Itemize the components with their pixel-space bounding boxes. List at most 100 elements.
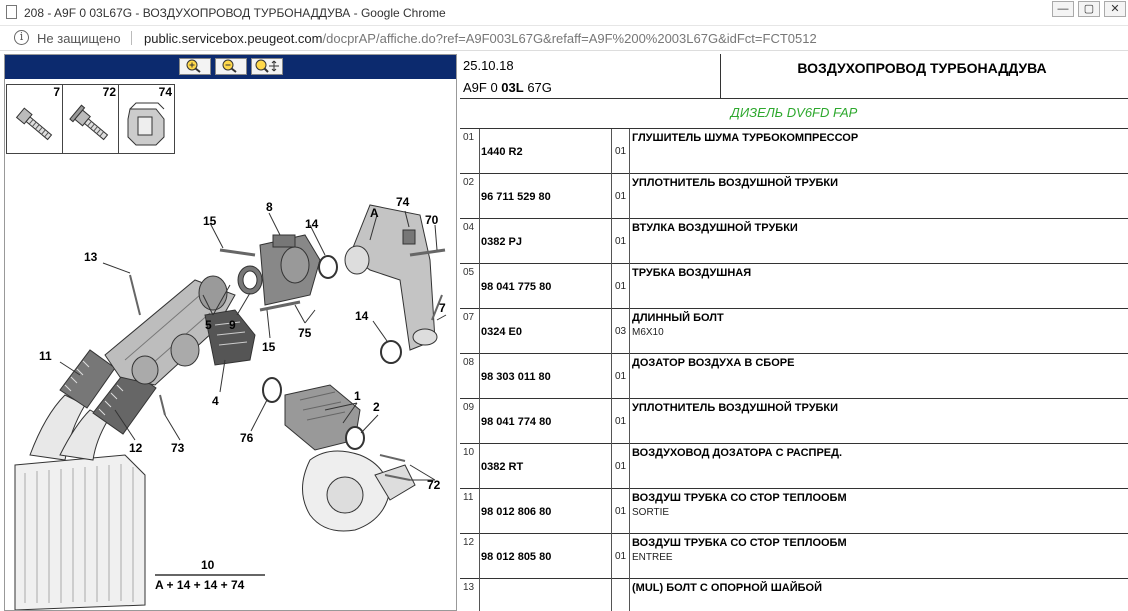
diagram-toolbar (5, 55, 456, 79)
thumb-part-74[interactable]: 74 (118, 84, 175, 154)
address-bar[interactable]: i Не защищено public.servicebox.peugeot.… (0, 26, 1128, 51)
quantity: 01 (615, 236, 627, 247)
flange-bolt-icon (69, 104, 109, 141)
zoom-in-button[interactable] (179, 58, 211, 75)
label-76: 76 (240, 431, 254, 445)
part-number[interactable]: 98 303 011 80 (481, 371, 551, 383)
part-description: УПЛОТНИТЕЛЬ ВОЗДУШНОЙ ТРУБКИ (632, 402, 839, 414)
cell-divider (629, 534, 630, 579)
engine-subtitle: ДИЗЕЛЬ DV6FD FAP (460, 99, 1128, 129)
thumb-number: 74 (158, 85, 172, 99)
minimize-button[interactable]: — (1052, 1, 1074, 17)
thumb-part-72[interactable]: 72 (62, 84, 119, 154)
label-13: 13 (84, 250, 98, 264)
clip-icon (127, 102, 165, 146)
table-row[interactable]: 10 0382 RT 01 ВОЗДУХОВОД ДОЗАТОРА С РАСПРЕД… (460, 444, 1128, 489)
row-index: 05 (463, 267, 475, 278)
quantity: 01 (615, 461, 627, 472)
table-row[interactable]: 12 98 012 805 80 01 ВОЗДУШ ТРУБКА СО СТОР Т… (460, 534, 1128, 579)
label-7: 7 (439, 301, 446, 315)
table-row[interactable]: 07 0324 E0 03 ДЛИННЫЙ БОЛТ M6X10 (460, 309, 1128, 354)
quantity: 01 (615, 146, 627, 157)
part-description: (MUL) БОЛТ С ОПОРНОЙ ШАЙБОЙ (632, 582, 822, 594)
part-number[interactable]: 98 012 806 80 (481, 506, 551, 518)
part-number[interactable]: 0382 RT (481, 461, 523, 473)
row-index: 12 (463, 537, 475, 548)
cell-divider (479, 354, 480, 399)
part-description: ГЛУШИТЕЛЬ ШУМА ТУРБОКОМПРЕССОР (632, 132, 859, 144)
label-formula: A + 14 + 14 + 74 (155, 578, 245, 592)
zoom-in-icon (186, 59, 201, 73)
cell-divider (479, 174, 480, 219)
cell-divider (629, 489, 630, 534)
table-row[interactable]: 09 98 041 774 80 01 УПЛОТНИТЕЛЬ ВОЗДУШНОЙ Т… (460, 399, 1128, 444)
label-11: 11 (39, 349, 52, 363)
label-70: 70 (425, 213, 439, 227)
page-icon (6, 5, 17, 19)
row-index: 13 (463, 582, 475, 593)
security-status[interactable]: Не защищено (37, 31, 121, 46)
label-15-top: 15 (203, 214, 217, 228)
close-button[interactable]: ✕ (1104, 1, 1126, 17)
table-row[interactable]: 05 98 041 775 80 01 ТРУБКА ВОЗДУШНАЯ (460, 264, 1128, 309)
maximize-button[interactable]: ▢ (1078, 1, 1100, 17)
table-row[interactable]: 13 (MUL) БОЛТ С ОПОРНОЙ ШАЙБОЙ (460, 579, 1128, 611)
part-number[interactable]: 98 041 774 80 (481, 416, 551, 428)
part-number[interactable]: 98 012 805 80 (481, 551, 551, 563)
table-row[interactable]: 04 0382 PJ 01 ВТУЛКА ВОЗДУШНОЙ ТРУБКИ (460, 219, 1128, 264)
part-number[interactable]: 0324 E0 (481, 326, 522, 338)
label-9: 9 (229, 318, 236, 332)
quantity: 01 (615, 191, 627, 202)
zoom-move-button[interactable] (251, 58, 283, 75)
ref-prefix: A9F 0 (463, 80, 502, 95)
label-4: 4 (212, 394, 219, 408)
row-index: 04 (463, 222, 475, 233)
cell-divider (629, 309, 630, 354)
url-domain: public.servicebox.peugeot.com (144, 31, 323, 46)
label-14-top: 14 (305, 217, 319, 231)
table-row[interactable]: 11 98 012 806 80 01 ВОЗДУШ ТРУБКА СО СТОР Т… (460, 489, 1128, 534)
part-number[interactable]: 0382 PJ (481, 236, 522, 248)
cell-divider (611, 444, 612, 489)
thumb-number: 7 (53, 85, 60, 99)
cell-divider (479, 534, 480, 579)
row-index: 08 (463, 357, 475, 368)
page-title: ВОЗДУХОПРОВОД ТУРБОНАДДУВА (797, 60, 1047, 76)
doc-reference: A9F 0 03L 67G (463, 80, 552, 95)
cell-divider (479, 489, 480, 534)
part-description: ВОЗДУШ ТРУБКА СО СТОР ТЕПЛООБМ (632, 492, 847, 504)
cell-divider (611, 399, 612, 444)
bolt-icon (15, 107, 53, 141)
ref-suffix: 67G (523, 80, 552, 95)
label-10: 10 (201, 558, 215, 572)
part-subdescription: SORTIE (632, 507, 670, 518)
part-description: ВОЗДУХОВОД ДОЗАТОРА С РАСПРЕД. (632, 447, 843, 459)
zoom-move-icon (255, 59, 279, 73)
part-number[interactable]: 98 041 775 80 (481, 281, 551, 293)
url-text[interactable]: public.servicebox.peugeot.com/docprAP/af… (144, 31, 817, 46)
part-number[interactable]: 1440 R2 (481, 146, 523, 158)
cell-divider (479, 219, 480, 264)
zoom-out-icon (222, 59, 237, 73)
part-number[interactable]: 96 711 529 80 (481, 191, 551, 203)
ref-bold: 03L (501, 80, 524, 95)
label-12: 12 (129, 441, 143, 455)
cell-divider (611, 489, 612, 534)
cell-divider (629, 129, 630, 174)
table-row[interactable]: 02 96 711 529 80 01 УПЛОТНИТЕЛЬ ВОЗДУШНОЙ Т… (460, 174, 1128, 219)
row-index: 02 (463, 177, 475, 188)
cell-divider (479, 129, 480, 174)
part-description: ДОЗАТОР ВОЗДУХА В СБОРЕ (632, 357, 795, 369)
address-separator (131, 31, 132, 45)
zoom-out-button[interactable] (215, 58, 247, 75)
thumb-part-7[interactable]: 7 (6, 84, 63, 154)
label-74: 74 (396, 195, 410, 209)
diagram-pane: 7 72 74 8 15 14 A 74 70 13 5 9 75 15 14 … (4, 54, 457, 611)
label-5: 5 (205, 318, 212, 332)
parts-table: 01 1440 R2 01 ГЛУШИТЕЛЬ ШУМА ТУРБОКОМПРЕССО… (460, 129, 1128, 611)
table-row[interactable]: 08 98 303 011 80 01 ДОЗАТОР ВОЗДУХА В СБОРЕ (460, 354, 1128, 399)
info-icon[interactable]: i (14, 30, 29, 45)
quantity: 01 (615, 416, 627, 427)
table-row[interactable]: 01 1440 R2 01 ГЛУШИТЕЛЬ ШУМА ТУРБОКОМПРЕССО… (460, 129, 1128, 174)
cell-divider (479, 399, 480, 444)
